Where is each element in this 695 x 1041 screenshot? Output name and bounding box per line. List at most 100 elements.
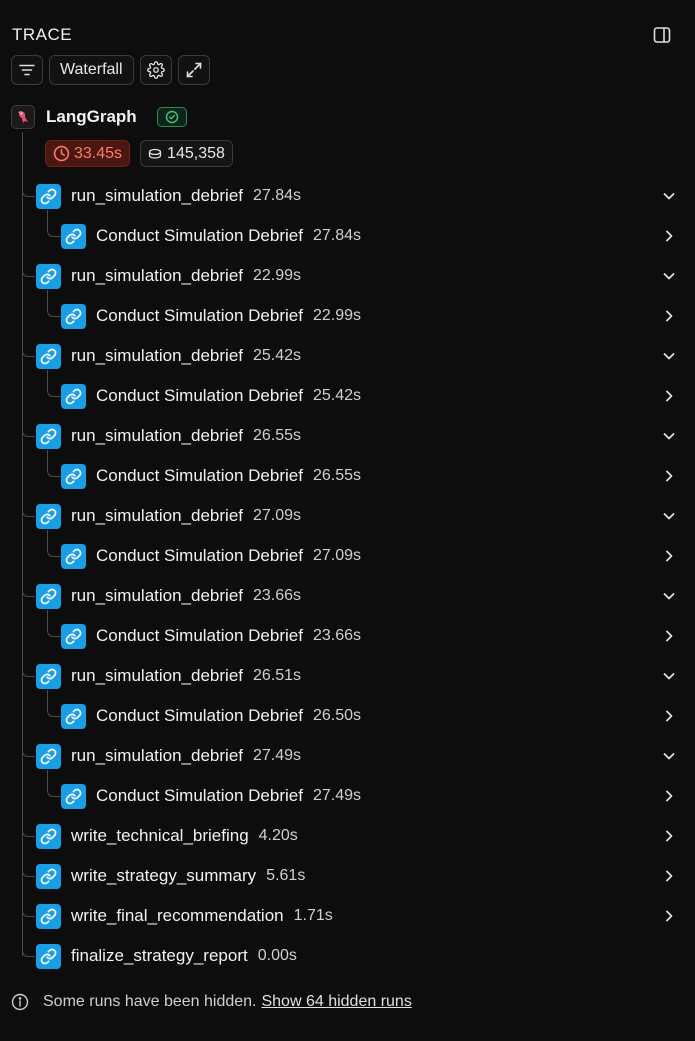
chevron-down-icon[interactable] [661,508,677,524]
run-row[interactable]: run_simulation_debrief 27.49s [36,742,301,770]
root-stats: 33.45s 145,358 [45,140,233,167]
chevron-right-icon[interactable] [661,708,677,724]
token-count-badge: 145,358 [140,140,233,167]
latency-value: 33.45s [74,144,123,162]
chevron-down-icon[interactable] [661,188,677,204]
run-duration: 1.71s [293,907,333,924]
link-icon [61,783,86,809]
coins-icon [148,148,162,159]
chevron-right-icon[interactable] [661,788,677,804]
link-icon [36,263,61,289]
tree-connector [47,690,61,717]
link-icon [36,903,61,929]
run-row[interactable]: write_technical_briefing 4.20s [36,822,298,850]
chevron-down-icon[interactable] [661,348,677,364]
run-name: run_simulation_debrief [71,266,243,285]
tree-connector [22,824,35,837]
chevron-right-icon[interactable] [661,868,677,884]
tree-connector [47,210,61,237]
run-row[interactable]: Conduct Simulation Debrief 26.55s [61,462,361,490]
run-row[interactable]: run_simulation_debrief 27.84s [36,182,301,210]
run-row[interactable]: run_simulation_debrief 25.42s [36,342,301,370]
run-row[interactable]: Conduct Simulation Debrief 27.84s [61,222,361,250]
chevron-right-icon[interactable] [661,308,677,324]
run-row[interactable]: finalize_strategy_report 0.00s [36,942,297,970]
link-icon [61,303,86,329]
tree-connector [47,530,61,557]
run-name: write_technical_briefing [71,826,249,845]
run-duration: 0.00s [257,947,297,964]
chevron-right-icon[interactable] [661,548,677,564]
chevron-right-icon[interactable] [661,228,677,244]
run-row[interactable]: run_simulation_debrief 26.51s [36,662,301,690]
run-name: Conduct Simulation Debrief [96,466,303,485]
tree-connector [22,744,35,757]
run-row[interactable]: Conduct Simulation Debrief 27.49s [61,782,361,810]
expand-button[interactable] [177,55,210,85]
filter-button[interactable] [11,55,43,85]
chevron-right-icon[interactable] [661,828,677,844]
link-icon [61,543,86,569]
run-row[interactable]: Conduct Simulation Debrief 25.42s [61,382,361,410]
run-duration: 27.09s [253,507,302,524]
run-duration: 4.20s [258,827,298,844]
trace-toolbar: Waterfall [11,55,210,87]
chevron-right-icon[interactable] [661,388,677,404]
trace-title: TRACE [12,25,73,44]
run-duration: 27.49s [312,787,361,804]
run-name: write_final_recommendation [71,906,284,925]
run-duration: 5.61s [266,867,306,884]
root-run-name: LangGraph [46,107,137,126]
show-hidden-runs-link[interactable]: Show 64 hidden runs [261,993,411,1011]
run-duration: 27.84s [253,187,302,204]
tree-connector [22,344,35,357]
panel-toggle-icon[interactable] [652,25,672,45]
run-duration: 26.50s [312,707,361,724]
link-icon [36,863,61,889]
gear-icon [146,61,165,79]
view-mode-button[interactable]: Waterfall [49,55,134,85]
tree-connector [47,770,61,797]
chevron-right-icon[interactable] [661,908,677,924]
tree-connector [47,450,61,477]
chevron-down-icon[interactable] [661,588,677,604]
chevron-down-icon[interactable] [661,668,677,684]
run-name: run_simulation_debrief [71,586,243,605]
run-row[interactable]: write_final_recommendation 1.71s [36,902,333,930]
run-duration: 23.66s [312,627,361,644]
root-run-row[interactable]: LangGraph [11,104,187,130]
run-row[interactable]: run_simulation_debrief 22.99s [36,262,301,290]
info-icon [11,993,29,1011]
run-row[interactable]: Conduct Simulation Debrief 23.66s [61,622,361,650]
run-row[interactable]: write_strategy_summary 5.61s [36,862,305,890]
run-name: Conduct Simulation Debrief [96,386,303,405]
chevron-down-icon[interactable] [661,268,677,284]
token-count-value: 145,358 [167,144,225,162]
link-icon [61,623,86,649]
run-name: run_simulation_debrief [71,426,243,445]
chevron-right-icon[interactable] [661,468,677,484]
chevron-down-icon[interactable] [661,428,677,444]
run-row[interactable]: run_simulation_debrief 27.09s [36,502,301,530]
run-name: Conduct Simulation Debrief [96,226,303,245]
link-icon [36,583,61,609]
tree-connector [22,944,35,957]
tree-connector [47,290,61,317]
run-row[interactable]: run_simulation_debrief 26.55s [36,422,301,450]
parrot-logo-icon [11,105,35,129]
success-badge [156,107,187,127]
run-name: write_strategy_summary [71,866,257,885]
chevron-down-icon[interactable] [661,748,677,764]
link-icon [61,223,86,249]
chevron-right-icon[interactable] [661,628,677,644]
settings-button[interactable] [139,55,172,85]
run-row[interactable]: Conduct Simulation Debrief 26.50s [61,702,361,730]
link-icon [61,703,86,729]
run-name: Conduct Simulation Debrief [96,306,303,325]
tree-connector [22,424,35,437]
run-row[interactable]: run_simulation_debrief 23.66s [36,582,301,610]
run-row[interactable]: Conduct Simulation Debrief 27.09s [61,542,361,570]
hidden-runs-message: Some runs have been hidden. [43,993,257,1010]
run-row[interactable]: Conduct Simulation Debrief 22.99s [61,302,361,330]
run-duration: 25.42s [312,387,361,404]
